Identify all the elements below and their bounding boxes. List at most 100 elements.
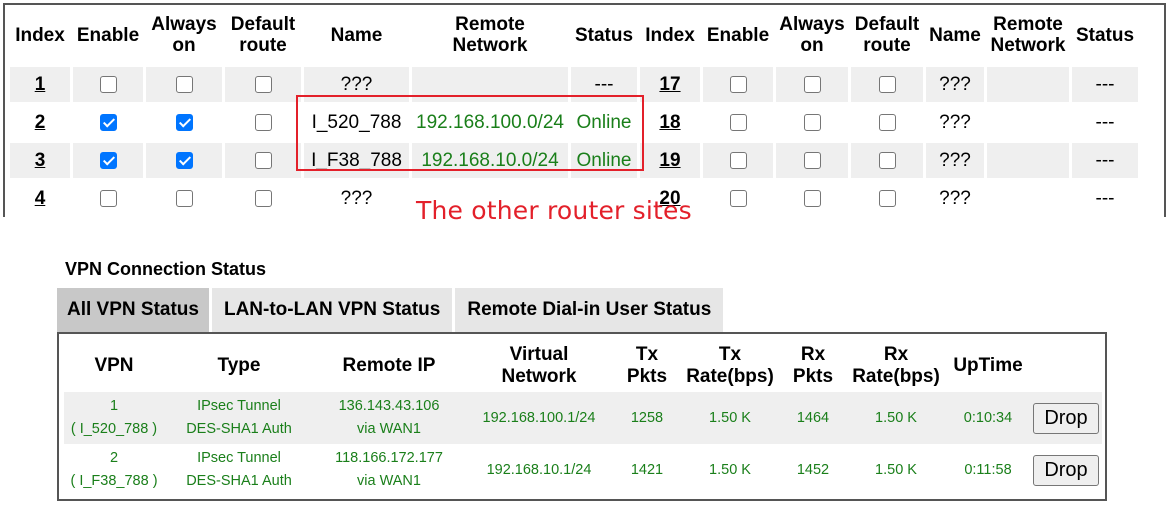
- header-name-2: Name: [926, 8, 984, 64]
- profile-status: Online: [571, 143, 637, 178]
- profile-index-link[interactable]: 19: [659, 150, 680, 171]
- default-route-cell: [851, 105, 923, 140]
- annotation-label: The other router sites: [416, 196, 692, 225]
- enable-cell: [73, 181, 143, 216]
- header-text: Tx: [635, 344, 659, 365]
- header-virtual-network: Virtual Network: [464, 340, 614, 392]
- enable-checkbox[interactable]: [99, 113, 117, 131]
- header-text: Enable: [706, 24, 770, 46]
- header-text: Status: [574, 24, 634, 46]
- header-enable: Enable: [73, 8, 143, 64]
- always-on-checkbox[interactable]: [803, 189, 821, 207]
- vpn-connection-row: 1 ( I_520_788 ) IPsec Tunnel DES-SHA1 Auth 1…: [64, 392, 1102, 444]
- header-text: Network: [990, 35, 1066, 56]
- header-text: route: [239, 35, 287, 56]
- default-route-checkbox[interactable]: [878, 189, 896, 207]
- default-route-checkbox[interactable]: [254, 151, 272, 169]
- tab-remote-dial-in-user-status[interactable]: Remote Dial-in User Status: [455, 288, 724, 332]
- profile-index-link[interactable]: 2: [35, 112, 46, 133]
- lan-to-lan-profile-table-container: Index Enable Always on Default route Name …: [3, 3, 1166, 217]
- profile-status: ---: [1095, 111, 1115, 133]
- default-route-cell: [225, 143, 301, 178]
- always-on-checkbox[interactable]: [175, 151, 193, 169]
- vpn-type-cell: IPsec Tunnel DES-SHA1 Auth: [164, 392, 314, 444]
- tab-all-vpn-status[interactable]: All VPN Status: [57, 288, 209, 332]
- profile-table-body: 1??? --- 17??? --- 2 I_520_788 192.168.100.0/2…: [10, 67, 1138, 216]
- always-on-checkbox[interactable]: [175, 113, 193, 131]
- tab-lan-to-lan-vpn-status[interactable]: LAN-to-LAN VPN Status: [211, 288, 453, 332]
- enable-checkbox[interactable]: [729, 113, 747, 131]
- vpn-type-cell: IPsec Tunnel DES-SHA1 Auth: [164, 444, 314, 496]
- profile-index-link[interactable]: 18: [659, 112, 680, 133]
- default-route-cell: [225, 105, 301, 140]
- header-type: Type: [164, 340, 314, 392]
- header-always-on: Always on: [146, 8, 222, 64]
- remote-network: [412, 67, 568, 102]
- header-always-on-2: Always on: [776, 8, 848, 64]
- enable-cell: [73, 143, 143, 178]
- header-text: Network: [501, 366, 577, 387]
- always-on-cell: [146, 67, 222, 102]
- remote-ip: 136.143.43.106: [338, 398, 440, 414]
- always-on-checkbox[interactable]: [803, 113, 821, 131]
- default-route-checkbox[interactable]: [878, 151, 896, 169]
- always-on-cell: [146, 181, 222, 216]
- default-route-checkbox[interactable]: [878, 113, 896, 131]
- enable-checkbox[interactable]: [729, 75, 747, 93]
- enable-checkbox[interactable]: [729, 151, 747, 169]
- always-on-cell: [146, 105, 222, 140]
- header-uptime: UpTime: [946, 340, 1030, 392]
- enable-checkbox[interactable]: [729, 189, 747, 207]
- default-route-checkbox[interactable]: [254, 75, 272, 93]
- vpn-id-cell: 2 ( I_F38_788 ): [64, 444, 164, 496]
- profile-index-cell: 18: [640, 105, 700, 140]
- vpn-type: IPsec Tunnel: [197, 450, 281, 466]
- always-on-checkbox[interactable]: [803, 151, 821, 169]
- profile-index-link[interactable]: 1: [35, 74, 46, 95]
- vpn-auth: DES-SHA1 Auth: [186, 421, 292, 437]
- header-name: Name: [304, 8, 409, 64]
- vpn-auth: DES-SHA1 Auth: [186, 473, 292, 489]
- profile-name: I_520_788: [311, 111, 402, 133]
- always-on-checkbox[interactable]: [175, 189, 193, 207]
- profile-table-header-row: Index Enable Always on Default route Name …: [10, 8, 1138, 64]
- profile-name: ???: [304, 67, 409, 102]
- profile-index-cell: 19: [640, 143, 700, 178]
- profile-index-cell: 2: [10, 105, 70, 140]
- enable-checkbox[interactable]: [99, 189, 117, 207]
- enable-checkbox[interactable]: [99, 151, 117, 169]
- always-on-checkbox[interactable]: [803, 75, 821, 93]
- header-index: Index: [10, 8, 70, 64]
- always-on-checkbox[interactable]: [175, 75, 193, 93]
- always-on-cell: [146, 143, 222, 178]
- header-vpn: VPN: [64, 340, 164, 392]
- enable-checkbox[interactable]: [99, 75, 117, 93]
- profile-index-cell: 1: [10, 67, 70, 102]
- default-route-checkbox[interactable]: [254, 113, 272, 131]
- profile-name: ???: [939, 187, 971, 209]
- header-text: Rate(bps): [686, 366, 774, 387]
- header-status-2: Status: [1072, 8, 1138, 64]
- vpn-profile-name: ( I_520_788 ): [70, 421, 158, 437]
- drop-button[interactable]: Drop: [1033, 454, 1099, 486]
- enable-cell: [703, 105, 773, 140]
- header-tx-rate: Tx Rate(bps): [680, 340, 780, 392]
- enable-cell: [73, 105, 143, 140]
- profile-index-cell: 4: [10, 181, 70, 216]
- profile-row: 1??? --- 17??? ---: [10, 67, 1138, 102]
- vpn-table-header-row: VPN Type Remote IP Virtual Network Tx Pkts…: [64, 340, 1102, 392]
- header-default-route-2: Default route: [851, 8, 923, 64]
- rx-rate: 1.50 K: [846, 392, 946, 444]
- header-text: Status: [1075, 24, 1135, 46]
- profile-index-link[interactable]: 17: [659, 74, 680, 95]
- drop-button[interactable]: Drop: [1033, 402, 1099, 434]
- default-route-checkbox[interactable]: [254, 189, 272, 207]
- remote-via: via WAN1: [357, 473, 421, 489]
- header-text: Tx: [718, 344, 742, 365]
- header-text: Pkts: [792, 366, 834, 387]
- default-route-checkbox[interactable]: [878, 75, 896, 93]
- profile-index-link[interactable]: 3: [35, 150, 46, 171]
- remote-network: [987, 67, 1069, 102]
- header-text: Type: [217, 355, 261, 376]
- profile-index-link[interactable]: 4: [35, 188, 46, 209]
